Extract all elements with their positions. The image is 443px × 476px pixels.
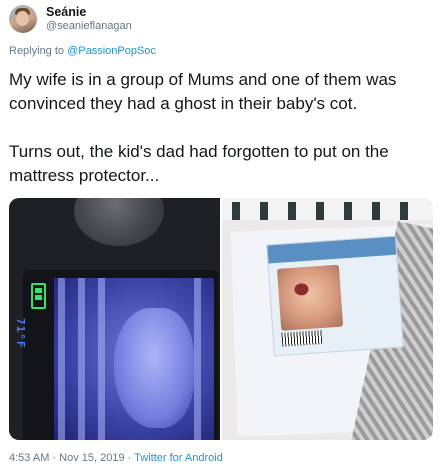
battery-icon — [31, 283, 46, 309]
user-handle[interactable]: @seanieflanagan — [46, 19, 132, 33]
avatar[interactable] — [9, 5, 37, 33]
barcode — [281, 330, 323, 347]
crib-bar — [194, 278, 201, 440]
ghostly-figure — [114, 308, 194, 428]
tweet-metadata: 4:53 AM · Nov 15, 2019 · Twitter for And… — [9, 452, 223, 464]
tweet-text: My wife is in a group of Mums and one of… — [9, 70, 397, 185]
reply-prefix: Replying to — [9, 45, 68, 57]
tweet-media: 71°F — [9, 198, 433, 440]
monitor-temperature: 71°F — [14, 318, 27, 349]
monitor-screen — [54, 278, 214, 440]
reply-context: Replying to @PassionPopSoc — [9, 45, 156, 57]
tweet-header: Seánie @seanieflanagan — [9, 5, 132, 33]
display-name[interactable]: Seánie — [46, 5, 132, 19]
monitor-knob — [74, 198, 164, 246]
crib-bar — [288, 202, 296, 220]
avatar-face — [16, 11, 29, 26]
baby-monitor-photo[interactable]: 71°F — [9, 198, 220, 440]
crib-bar — [98, 278, 105, 440]
crib-rail — [222, 198, 433, 220]
baby-photo — [276, 264, 344, 331]
author-info: Seánie @seanieflanagan — [46, 5, 132, 33]
crib-bar — [400, 202, 408, 220]
crib-bar — [260, 202, 268, 220]
mattress-packaging — [266, 235, 404, 357]
crib-bar — [78, 278, 85, 440]
crib-bar — [372, 202, 380, 220]
tweet-timestamp[interactable]: 4:53 AM · Nov 15, 2019 · — [9, 452, 134, 464]
reply-mention-link[interactable]: @PassionPopSoc — [67, 45, 156, 57]
crib-bar — [58, 278, 65, 440]
mattress-photo[interactable] — [222, 198, 433, 440]
crib-bar — [316, 202, 324, 220]
tweet-source-link[interactable]: Twitter for Android — [134, 452, 223, 464]
crib-bar — [344, 202, 352, 220]
crib-bar — [232, 202, 240, 220]
